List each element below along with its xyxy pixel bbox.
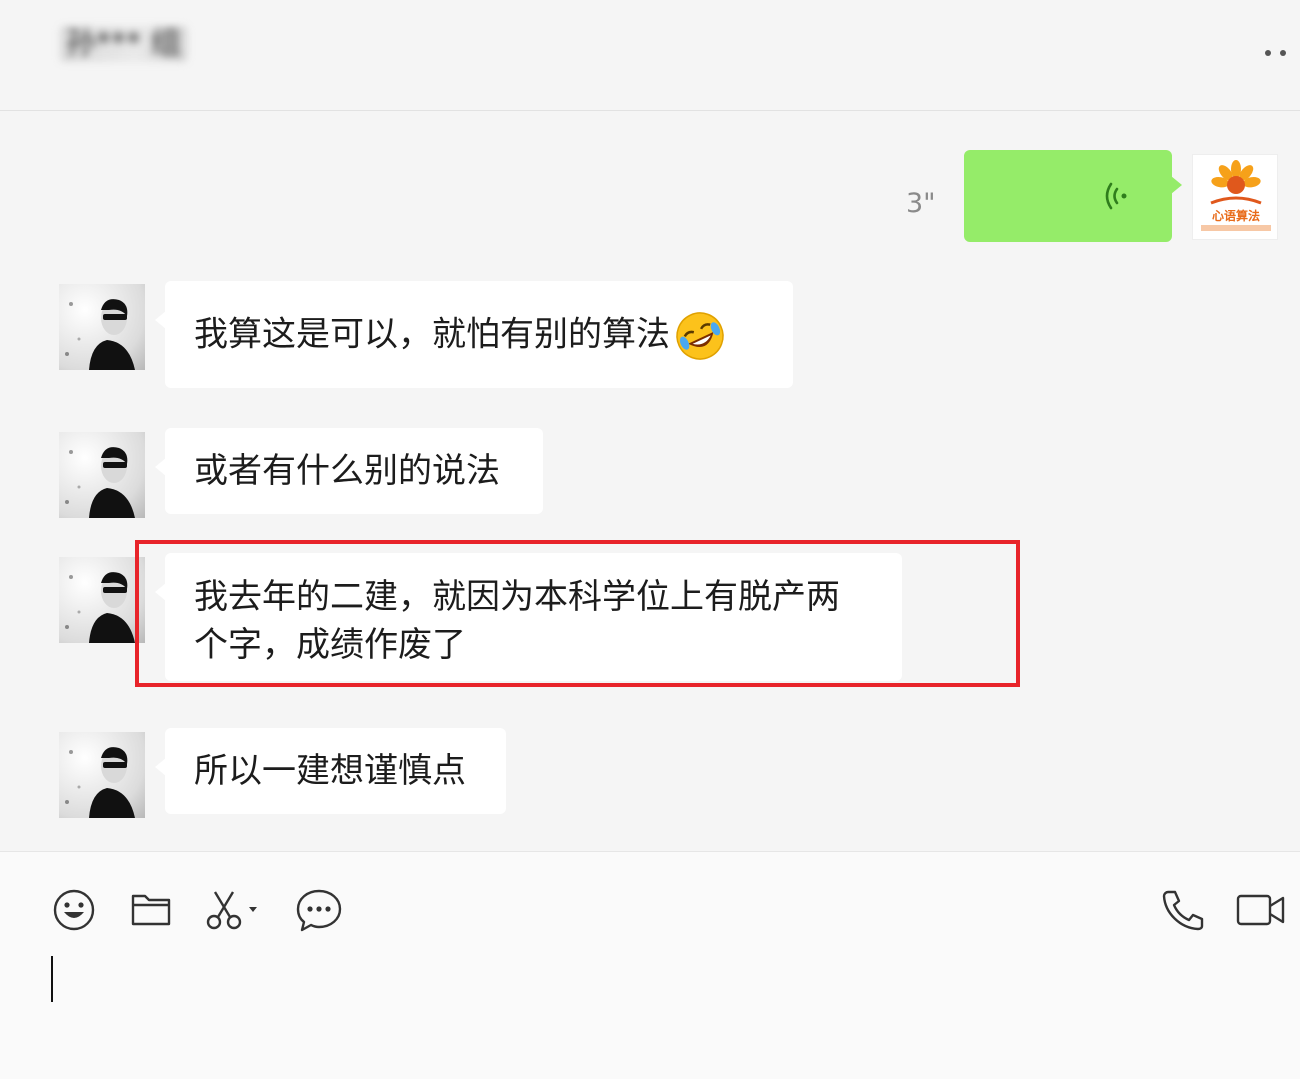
- contact-avatar[interactable]: [59, 557, 145, 643]
- person-avatar-icon: [65, 299, 135, 370]
- more-options-icon[interactable]: [1265, 50, 1286, 56]
- voice-message-bubble[interactable]: [964, 150, 1182, 242]
- chat-history-icon[interactable]: [295, 888, 343, 934]
- input-area[interactable]: [0, 851, 1300, 1079]
- self-avatar[interactable]: 心语算法: [1192, 154, 1278, 240]
- folder-icon[interactable]: [130, 888, 172, 930]
- phone-icon[interactable]: [1160, 888, 1206, 932]
- logo-subtext-bar: [1201, 225, 1271, 231]
- scissors-icon[interactable]: [205, 888, 263, 932]
- logo-text: 心语算法: [1211, 209, 1260, 223]
- person-avatar-icon: [65, 447, 135, 518]
- video-call-icon[interactable]: [1236, 888, 1286, 932]
- person-avatar-icon: [65, 747, 135, 818]
- message-bubble[interactable]: 所以一建想谨慎点: [155, 728, 506, 814]
- chat-header: 孙*** 组: [0, 0, 1300, 111]
- message-bubble[interactable]: 我算这是可以，就怕有别的算法: [155, 281, 793, 388]
- emoji-icon[interactable]: [52, 888, 96, 932]
- contact-avatar[interactable]: [59, 732, 145, 818]
- contact-avatar[interactable]: [59, 284, 145, 370]
- voice-wave-icon: [1105, 182, 1127, 210]
- contact-avatar[interactable]: [59, 432, 145, 518]
- message-text: 或者有什么别的说法: [194, 451, 500, 491]
- message-text: 我算这是可以，就怕有别的算法: [194, 314, 670, 355]
- rolling-laughing-emoji-icon: [676, 312, 724, 360]
- text-cursor: [51, 956, 53, 1002]
- message-text: 所以一建想谨慎点: [194, 751, 466, 791]
- red-highlight-box: [135, 540, 1020, 687]
- person-avatar-icon: [65, 572, 135, 643]
- voice-duration: 3": [906, 188, 936, 219]
- message-bubble[interactable]: 或者有什么别的说法: [155, 428, 543, 514]
- chat-title: 孙*** 组: [60, 26, 187, 62]
